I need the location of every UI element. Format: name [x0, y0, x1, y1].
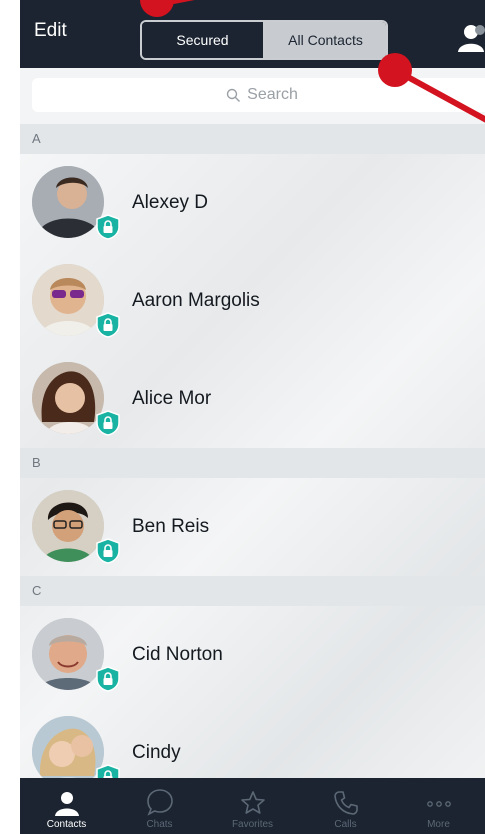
tab-calls[interactable]: Calls [299, 778, 392, 834]
contact-name: Cid Norton [132, 644, 223, 665]
search-placeholder: Search [247, 86, 298, 103]
search-input[interactable]: Search [32, 78, 485, 112]
contact-row[interactable]: Ben Reis [20, 478, 485, 576]
contact-name: Aaron Margolis [132, 290, 260, 311]
tab-chats[interactable]: Chats [113, 778, 206, 834]
phone-icon [333, 791, 358, 815]
add-contact-icon[interactable] [456, 22, 485, 52]
tab-favorites[interactable]: Favorites [206, 778, 299, 834]
tab-label: Calls [334, 819, 357, 830]
contact-row[interactable]: Cindy [20, 704, 485, 778]
contact-name: Cindy [132, 742, 181, 763]
secured-shield-icon [96, 214, 120, 240]
section-header-c: C [20, 576, 485, 606]
phone-frame: Edit Secured All Contacts Search A Alexe… [0, 0, 485, 834]
contact-row[interactable]: Alexey D [20, 154, 485, 252]
search-bar: Search [20, 68, 485, 124]
top-nav-bar: Edit Secured All Contacts [20, 0, 485, 68]
search-icon [226, 88, 241, 102]
contact-row[interactable]: Aaron Margolis [20, 252, 485, 350]
avatar [32, 618, 104, 690]
secured-shield-icon [96, 666, 120, 692]
contact-row[interactable]: Cid Norton [20, 606, 485, 704]
section-header-b: B [20, 448, 485, 478]
avatar [32, 716, 104, 778]
star-icon [240, 791, 265, 814]
secured-shield-icon [96, 538, 120, 564]
tab-contacts[interactable]: Contacts [20, 778, 113, 834]
contact-row[interactable]: Alice Mor [20, 350, 485, 448]
avatar [32, 490, 104, 562]
segmented-control: Secured All Contacts [140, 20, 388, 60]
avatar [32, 362, 104, 434]
edit-button[interactable]: Edit [34, 20, 67, 42]
tab-more[interactable]: More [392, 778, 485, 834]
contacts-screen: Edit Secured All Contacts Search A Alexe… [20, 0, 485, 834]
avatar [32, 166, 104, 238]
contact-name: Alexey D [132, 192, 209, 213]
person-icon [54, 792, 79, 816]
chat-bubble-icon [146, 789, 173, 816]
tab-label: Favorites [231, 819, 274, 830]
secured-shield-icon [96, 764, 120, 778]
secured-shield-icon [96, 410, 120, 436]
more-dots-icon [426, 801, 451, 807]
contact-name: Alice Mor [132, 388, 212, 409]
tab-label: More [427, 819, 450, 830]
section-header-a: A [20, 124, 485, 154]
bottom-tab-bar: Contacts Chats Favorites Calls More [20, 778, 485, 834]
secured-shield-icon [96, 312, 120, 338]
all-contacts-segment[interactable]: All Contacts [265, 22, 386, 58]
tab-label: Chats [146, 819, 173, 830]
avatar [32, 264, 104, 336]
tab-label: Contacts [46, 819, 87, 830]
secured-segment[interactable]: Secured [142, 22, 265, 58]
contacts-list[interactable]: A Alexey D Aaron Margolis Alice Mor B Be… [20, 124, 485, 778]
contact-name: Ben Reis [132, 516, 210, 537]
